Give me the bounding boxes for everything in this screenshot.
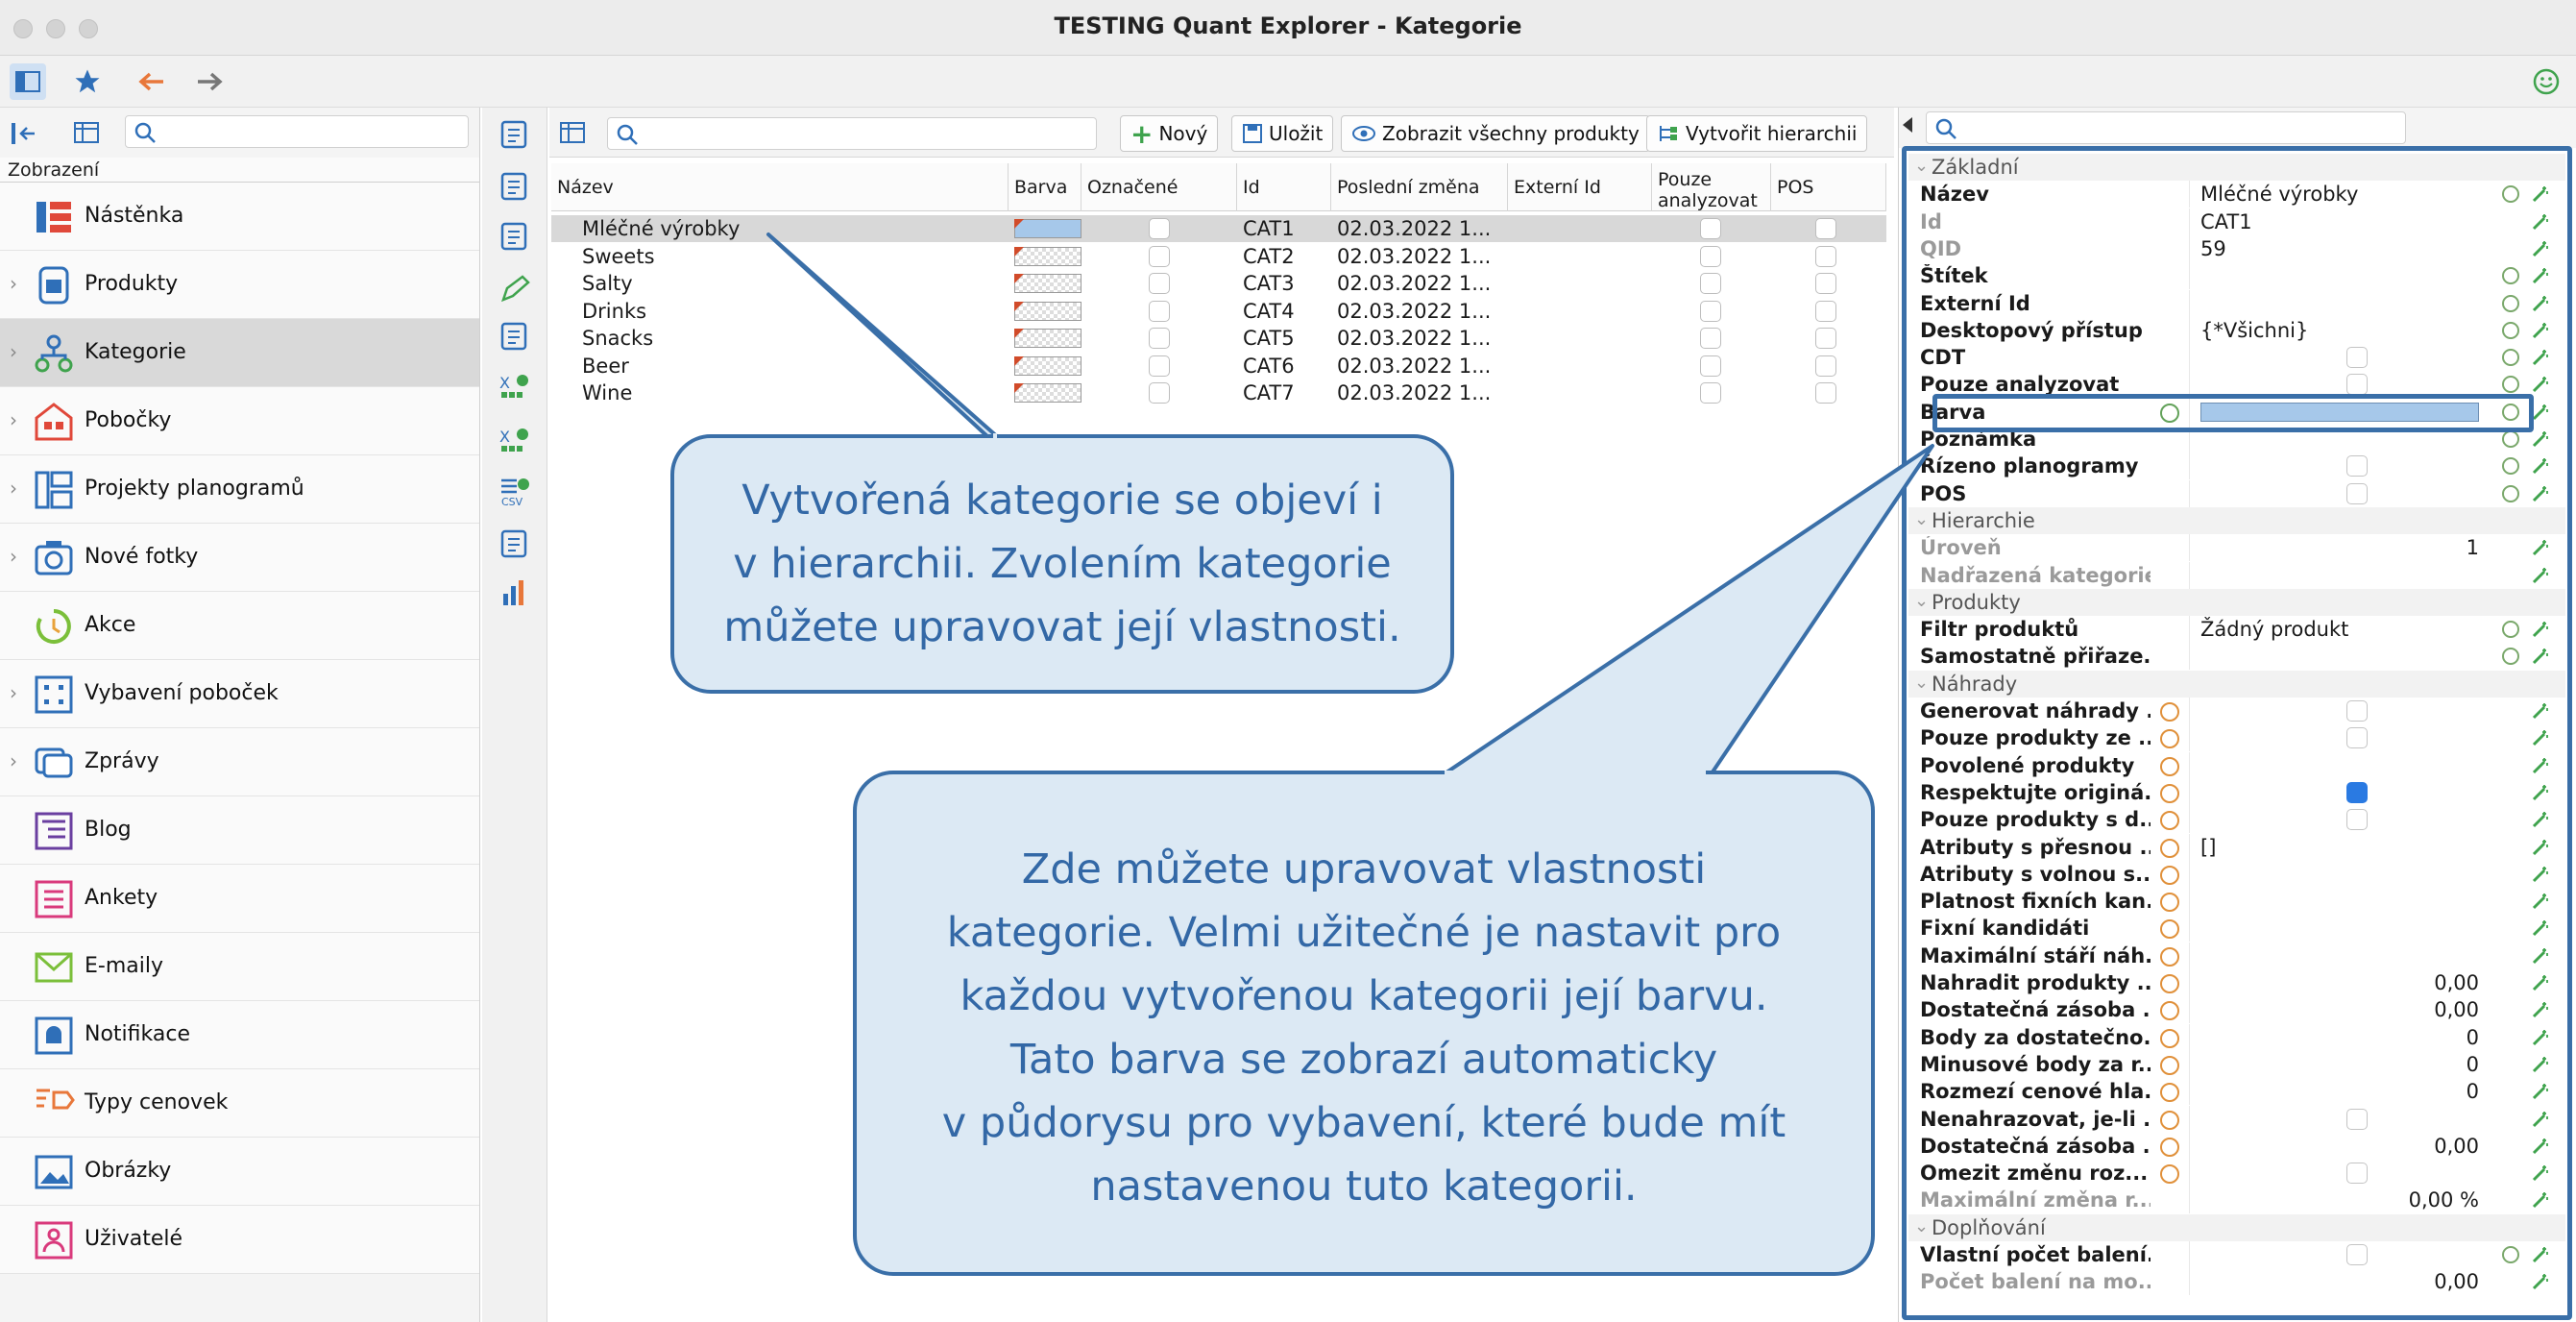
callout-line: můžete upravovat její vlastnosti. [723,603,1401,651]
callout-line: nastavenou tuto kategorii. [1090,1163,1638,1211]
callout-pointer-second [1439,444,1934,778]
callout-bubble-first: Vytvořená kategorie se objeví i v hierarc… [670,434,1454,694]
callout-pointer-first [766,233,1001,440]
callout-bubble-second: Zde můžete upravovat vlastnosti kategorie… [853,771,1875,1276]
callout-line: v půdorysu pro vybavení, které bude mít [941,1099,1786,1147]
callout-line: kategorie. Velmi užitečné je nastavit pr… [946,909,1782,957]
callout-line: Tato barva se zobrazí automaticky [1009,1036,1718,1084]
callout-line: v hierarchii. Zvolením kategorie [733,540,1392,588]
app-window: TESTING Quant Explorer - Kategorie Zobra… [0,0,2576,1322]
callout-line: Vytvořená kategorie se objeví i [741,477,1383,525]
callout-line: Zde můžete upravovat vlastnosti [1021,845,1707,894]
callout-line: každou vytvořenou kategorii její barvu. [960,972,1768,1020]
